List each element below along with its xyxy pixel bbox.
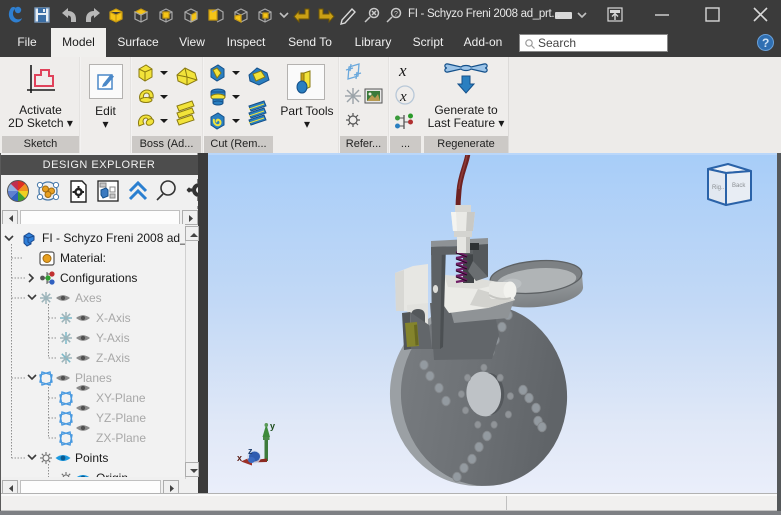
svg-text:?: ? bbox=[394, 11, 398, 18]
svg-text:x: x bbox=[237, 453, 242, 463]
svg-text:y: y bbox=[270, 421, 275, 431]
svg-text:z: z bbox=[248, 446, 253, 456]
svg-text:x: x bbox=[399, 89, 407, 105]
svg-text:x: x bbox=[398, 61, 407, 80]
svg-text:?: ? bbox=[762, 36, 769, 50]
svg-text:Rig..: Rig.. bbox=[712, 185, 725, 191]
svg-text:Back: Back bbox=[732, 183, 746, 189]
